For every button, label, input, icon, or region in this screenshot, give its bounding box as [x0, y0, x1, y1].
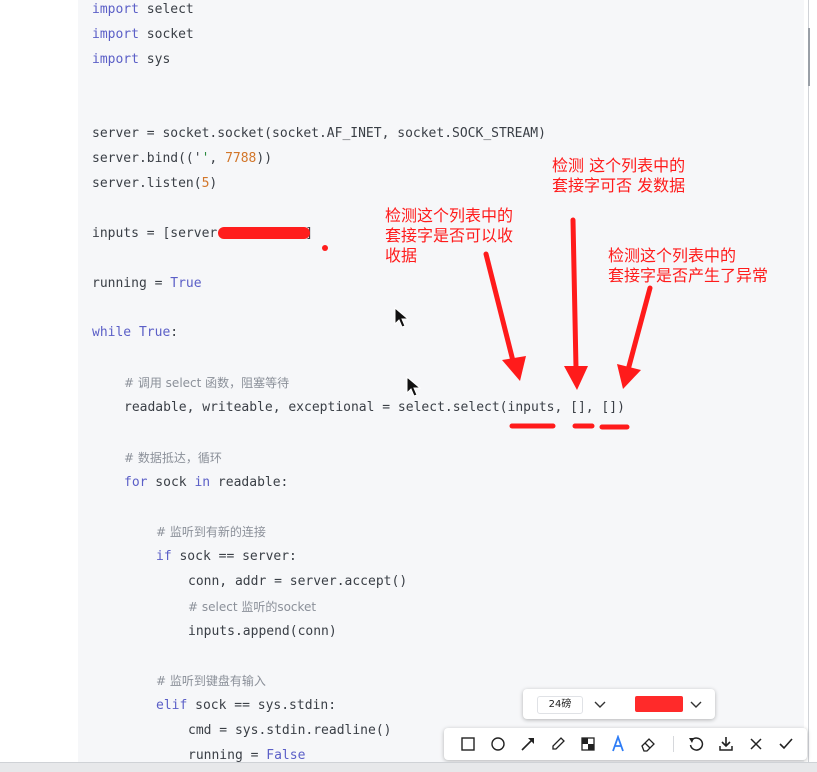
code-line: import sys	[92, 52, 171, 67]
close-icon[interactable]	[747, 735, 765, 753]
mosaic-icon[interactable]	[579, 735, 597, 753]
code-line: import socket	[92, 27, 194, 42]
chevron-down-icon[interactable]	[593, 697, 607, 711]
code-line: cmd = sys.stdin.readline()	[188, 723, 392, 738]
page-margin-left	[0, 0, 78, 771]
ellipse-icon[interactable]	[489, 735, 507, 753]
color-picker-swatch[interactable]	[635, 696, 683, 712]
download-icon[interactable]	[717, 735, 735, 753]
code-comment: # 调用 select 函数，阻塞等待	[124, 376, 290, 390]
annotation-writeable: 检测 这个列表中的 套接字可否 发数据	[552, 156, 686, 195]
code-line: import select	[92, 2, 194, 17]
page-margin-right	[804, 0, 817, 771]
annotation-exceptional: 检测这个列表中的 套接字是否产生了异常	[608, 246, 769, 285]
code-comment: # 数据抵达，循环	[124, 451, 222, 465]
code-line: if sock == server:	[156, 549, 297, 564]
code-line: inputs.append(conn)	[188, 624, 337, 639]
undo-icon[interactable]	[687, 735, 705, 753]
code-line: readable, writeable, exceptional = selec…	[124, 400, 625, 415]
code-line: server.listen(5)	[92, 176, 218, 191]
code-line: elif sock == sys.stdin:	[156, 698, 337, 713]
font-size-select[interactable]: 24磅	[537, 696, 583, 714]
annotation-dot	[322, 245, 328, 251]
code-comment: # select 监听的socket	[188, 600, 317, 614]
toolbar-divider	[673, 736, 674, 752]
code-line: server.bind(('', 7788))	[92, 151, 273, 166]
rectangle-icon[interactable]	[459, 735, 477, 753]
text-style-popover: 24磅	[523, 689, 715, 719]
scrollbar-thumb[interactable]	[808, 28, 810, 86]
code-line: running = True	[92, 276, 202, 291]
code-block: import select import socket import sys s…	[78, 0, 804, 771]
redaction-mark	[218, 227, 310, 239]
text-icon[interactable]	[609, 735, 627, 753]
code-line: for sock in readable:	[124, 475, 289, 490]
code-line: conn, addr = server.accept()	[188, 574, 408, 589]
chevron-down-icon[interactable]	[689, 697, 703, 711]
arrow-icon[interactable]	[519, 735, 537, 753]
pen-icon[interactable]	[549, 735, 567, 753]
code-comment: # 监听到键盘有输入	[156, 674, 266, 688]
code-line: server = socket.socket(socket.AF_INET, s…	[92, 126, 546, 141]
mouse-cursor-icon	[394, 307, 410, 328]
screenshot-toolbar	[444, 728, 807, 760]
mouse-cursor-icon	[406, 376, 422, 397]
eraser-icon[interactable]	[639, 735, 657, 753]
confirm-icon[interactable]	[777, 735, 795, 753]
annotation-readable: 检测这个列表中的 套接字是否可以收 收据	[385, 206, 514, 265]
scrollbar-track[interactable]	[808, 0, 809, 771]
code-line: while True:	[92, 325, 179, 340]
code-comment: # 监听到有新的连接	[156, 525, 266, 539]
